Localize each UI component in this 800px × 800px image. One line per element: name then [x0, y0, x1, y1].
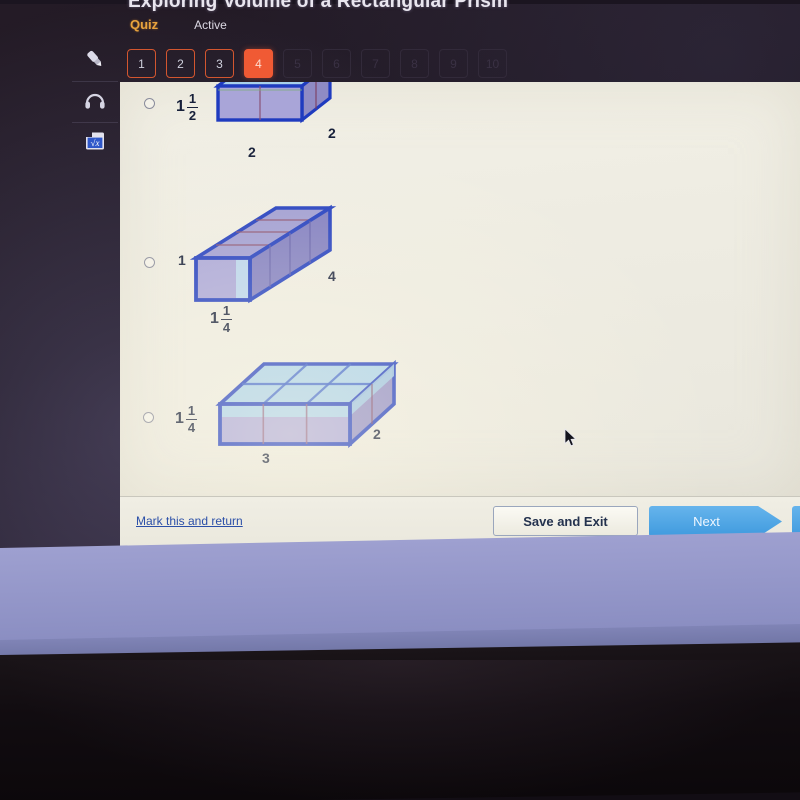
highlighter-icon	[82, 46, 108, 77]
option-3-height-denominator: 4	[187, 420, 196, 436]
option-3-height-label: 1 1 4	[175, 403, 198, 436]
answer-option-2[interactable]: 1 4 1 1 4	[120, 202, 800, 347]
tool-rail: √x	[72, 41, 118, 163]
question-number-7[interactable]: 7	[361, 49, 390, 78]
question-number-6[interactable]: 6	[322, 49, 351, 78]
option-2-width-whole: 1	[210, 310, 219, 328]
answer-option-3[interactable]: 1 1 4 2 3	[120, 350, 800, 496]
question-number-10[interactable]: 10	[478, 49, 507, 78]
mouse-cursor	[564, 428, 577, 447]
radio-option-2[interactable]	[144, 257, 155, 268]
desk-surface	[0, 642, 800, 800]
photo-of-laptop-screen: Exploring Volume of a Rectangular Prism …	[0, 0, 800, 800]
answer-options-panel: 1 1 2 2 2 1 4 1 1 4 1 1 4 2 3	[120, 82, 800, 496]
option-1-depth-label: 2	[328, 125, 336, 141]
option-3-depth-label: 2	[373, 426, 381, 442]
question-number-5[interactable]: 5	[283, 49, 312, 78]
option-3-height-numerator: 1	[187, 403, 196, 418]
question-number-8[interactable]: 8	[400, 49, 429, 78]
question-number-2[interactable]: 2	[166, 49, 195, 78]
radio-option-3[interactable]	[143, 412, 154, 423]
option-3-height-whole: 1	[175, 410, 184, 428]
question-number-strip[interactable]: 1 2 3 4 5 6 7 8 9 10	[127, 49, 507, 78]
mark-this-and-return-link[interactable]: Mark this and return	[136, 514, 243, 528]
quiz-label: Quiz	[130, 17, 159, 32]
read-aloud-tool[interactable]	[72, 82, 118, 123]
option-2-width-numerator: 1	[222, 303, 231, 318]
option-3-width-label: 3	[262, 450, 270, 466]
headphones-icon	[82, 87, 108, 118]
option-1-prism-figure	[213, 82, 332, 124]
option-2-width-denominator: 4	[222, 320, 231, 336]
question-number-9[interactable]: 9	[439, 49, 468, 78]
quiz-status: Active	[194, 18, 227, 32]
option-2-width-label: 1 1 4	[210, 303, 233, 336]
page-title: Exploring Volume of a Rectangular Prism	[128, 0, 509, 12]
save-and-exit-button[interactable]: Save and Exit	[493, 506, 638, 536]
radio-option-1[interactable]	[144, 98, 155, 109]
calculator-icon: √x	[82, 128, 108, 159]
option-1-height-denominator: 2	[188, 108, 197, 124]
question-number-3[interactable]: 3	[205, 49, 234, 78]
option-1-height-numerator: 1	[188, 91, 197, 106]
option-1-height-whole: 1	[176, 98, 185, 116]
answer-option-1[interactable]: 1 1 2 2 2	[120, 82, 800, 177]
question-number-4[interactable]: 4	[244, 49, 273, 78]
option-1-width-label: 2	[248, 144, 256, 160]
highlighter-tool[interactable]	[72, 41, 118, 82]
quiz-meta: Quiz Active	[130, 17, 227, 32]
option-2-depth-label: 4	[328, 268, 336, 284]
question-number-1[interactable]: 1	[127, 49, 156, 78]
option-3-prism-figure	[215, 359, 399, 449]
calculator-tool[interactable]: √x	[72, 123, 118, 163]
option-1-height-label: 1 1 2	[176, 91, 199, 124]
svg-text:√x: √x	[91, 138, 100, 148]
